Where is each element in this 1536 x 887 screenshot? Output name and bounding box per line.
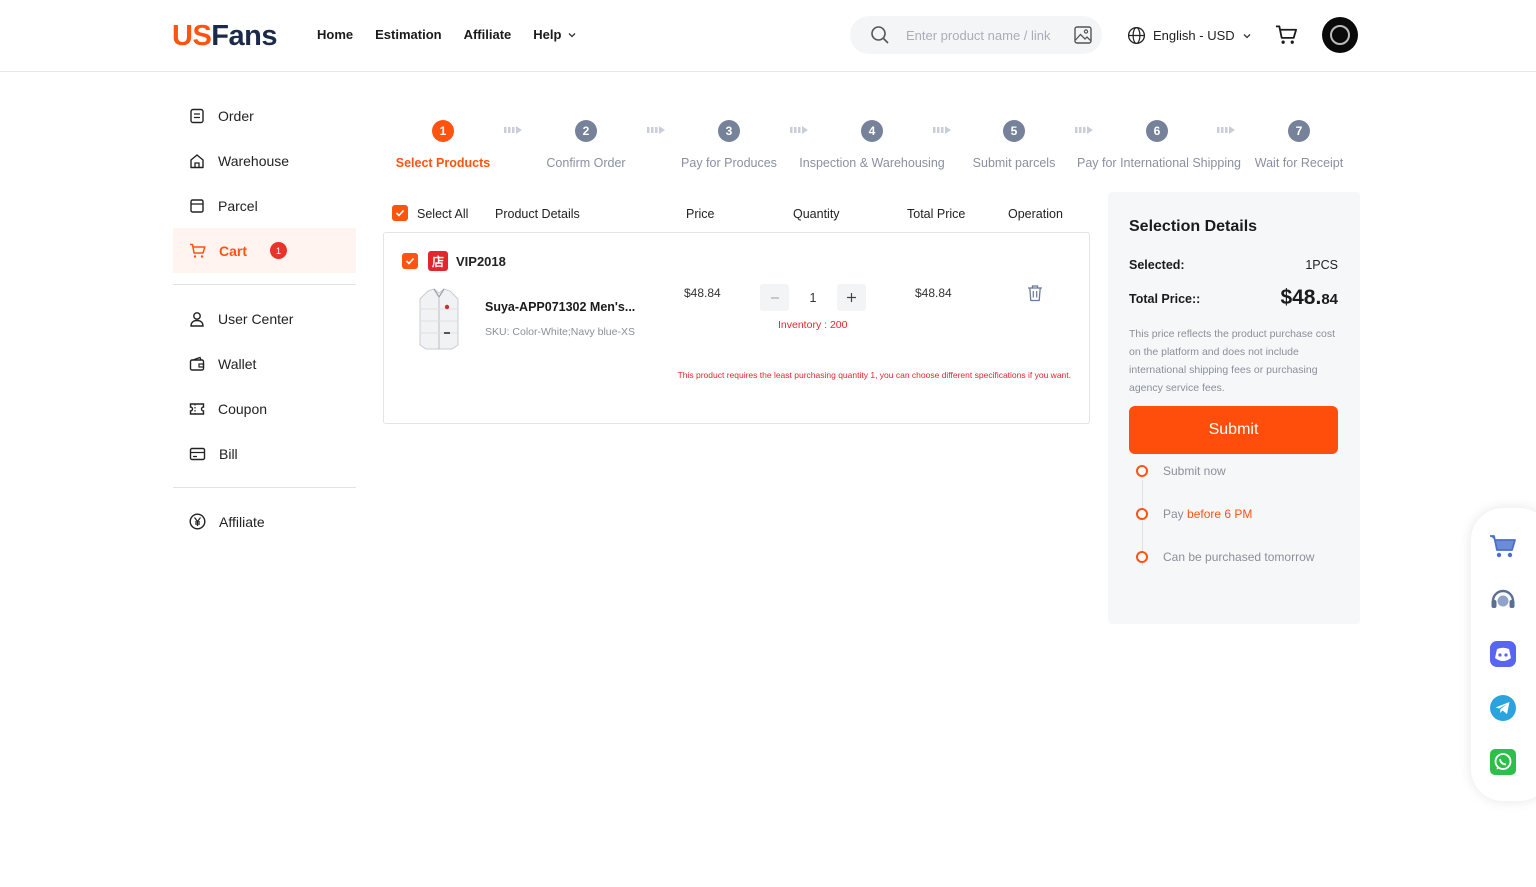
float-cart-button[interactable] (1489, 532, 1517, 560)
order-icon (190, 108, 204, 123)
usfans-logo[interactable]: USFans (172, 20, 277, 53)
cart-shop-group: 店 VIP2018 Suya-APP071302 Men's... SKU: C… (383, 232, 1090, 424)
telegram-icon (1490, 695, 1516, 721)
sidebar-item-order[interactable]: Order (173, 93, 356, 138)
product-sku: SKU: Color-White;Navy blue-XS (485, 326, 635, 338)
step-confirm-order: 2 Confirm Order (506, 118, 666, 170)
globe-icon (1127, 26, 1146, 45)
sidebar-item-coupon[interactable]: Coupon (173, 386, 356, 431)
warehouse-icon (190, 153, 204, 168)
plus-icon (847, 293, 856, 302)
step-select-products: 1 Select Products (363, 118, 523, 170)
nav-affiliate[interactable]: Affiliate (464, 27, 512, 42)
inventory-count: Inventory : 200 (778, 319, 848, 331)
col-quantity: Quantity (793, 207, 840, 221)
coupon-icon (189, 402, 205, 415)
timeline-item: Can be purchased tomorrow (1136, 550, 1314, 564)
total-price-row: Total Price:: $48.84 (1129, 286, 1338, 309)
increase-quantity-button[interactable] (837, 284, 866, 311)
step-wait-for-receipt: 7 Wait for Receipt (1219, 118, 1379, 170)
nav-help[interactable]: Help (533, 27, 577, 42)
sidebar-item-cart[interactable]: Cart 1 (173, 228, 356, 273)
discord-icon (1490, 641, 1516, 667)
language-label: English - USD (1153, 28, 1235, 43)
shop-name[interactable]: VIP2018 (456, 254, 506, 269)
main-nav: Home Estimation Affiliate Help (317, 27, 577, 42)
step-pay-international-shipping: 6 Pay for International Shipping (1077, 118, 1241, 170)
sidebar-divider (173, 487, 356, 488)
step-submit-parcels: 5 Submit parcels (934, 118, 1094, 170)
check-icon (395, 209, 405, 217)
decrease-quantity-button[interactable] (760, 284, 789, 311)
cart-table-header: Select All Product Details Price Quantit… (392, 204, 1092, 224)
select-all-label[interactable]: Select All (417, 207, 468, 221)
nav-estimation[interactable]: Estimation (375, 27, 441, 42)
chevron-down-icon (568, 32, 576, 37)
timeline-item: Pay before 6 PM (1136, 507, 1252, 521)
cart-icon[interactable] (1275, 24, 1298, 46)
trash-icon[interactable] (1027, 284, 1043, 302)
search-input[interactable] (906, 25, 1056, 45)
chevron-down-icon (1243, 33, 1251, 38)
quantity-value[interactable]: 1 (789, 291, 837, 305)
yen-coin-icon (189, 513, 206, 530)
quantity-stepper: 1 (760, 284, 866, 311)
timeline-item: Submit now (1136, 464, 1226, 478)
shop-checkbox[interactable] (402, 253, 418, 269)
unit-price: $48.84 (684, 286, 721, 300)
float-whatsapp-button[interactable] (1489, 748, 1517, 776)
bill-icon (189, 447, 206, 460)
panel-title: Selection Details (1129, 218, 1258, 235)
select-all-checkbox[interactable] (392, 205, 408, 221)
sidebar-item-parcel[interactable]: Parcel (173, 183, 356, 228)
line-total-price: $48.84 (915, 286, 952, 300)
sidebar: Order Warehouse Parcel Cart 1 User Cente… (173, 93, 356, 544)
col-operation: Operation (1008, 207, 1063, 221)
nav-home[interactable]: Home (317, 27, 353, 42)
sidebar-item-bill[interactable]: Bill (173, 431, 356, 476)
sidebar-item-warehouse[interactable]: Warehouse (173, 138, 356, 183)
min-quantity-warning: This product requires the least purchasi… (677, 370, 1071, 380)
float-telegram-button[interactable] (1489, 694, 1517, 722)
selected-row: Selected: 1PCS (1129, 258, 1338, 272)
minus-icon (770, 296, 779, 299)
wallet-icon (189, 356, 205, 371)
check-icon (405, 257, 415, 265)
col-price: Price (686, 207, 715, 221)
cart-count-badge: 1 (270, 242, 288, 259)
product-name[interactable]: Suya-APP071302 Men's... (485, 300, 635, 314)
whatsapp-icon (1490, 749, 1516, 775)
language-selector[interactable]: English - USD (1127, 26, 1252, 45)
submit-button[interactable]: Submit (1129, 406, 1338, 454)
float-discord-button[interactable] (1489, 640, 1517, 668)
step-pay-for-produces: 3 Pay for Produces (649, 118, 809, 170)
sidebar-divider (173, 284, 356, 285)
sidebar-item-affiliate[interactable]: Affiliate (173, 499, 356, 544)
col-total-price: Total Price (907, 207, 966, 221)
step-inspection-warehousing: 4 Inspection & Warehousing (792, 118, 952, 170)
shopping-cart-icon (1490, 535, 1516, 558)
shop-icon: 店 (428, 251, 448, 271)
sidebar-item-user-center[interactable]: User Center (173, 296, 356, 341)
col-product-details: Product Details (495, 207, 580, 221)
user-avatar[interactable] (1322, 17, 1358, 53)
selection-details-panel: Selection Details Selected: 1PCS Total P… (1108, 192, 1360, 624)
product-thumbnail[interactable] (412, 285, 466, 353)
search-bar (850, 16, 1102, 54)
search-icon[interactable] (870, 25, 890, 45)
shop-header: 店 VIP2018 (402, 251, 506, 271)
order-progress-steps: 1 Select Products 2 Confirm Order 3 Pay … (383, 118, 1363, 178)
total-price-value: $48.84 (1280, 286, 1338, 309)
floating-action-bar (1471, 508, 1536, 801)
sidebar-item-wallet[interactable]: Wallet (173, 341, 356, 386)
selected-count: 1PCS (1305, 258, 1338, 272)
float-support-button[interactable] (1489, 586, 1517, 614)
parcel-icon (190, 198, 204, 213)
image-search-icon[interactable] (1074, 26, 1092, 44)
price-disclaimer: This price reflects the product purchase… (1129, 328, 1336, 394)
headset-icon (1491, 589, 1515, 608)
user-icon (190, 311, 204, 327)
cart-icon (190, 243, 206, 258)
top-header: USFans Home Estimation Affiliate Help En… (0, 0, 1536, 72)
